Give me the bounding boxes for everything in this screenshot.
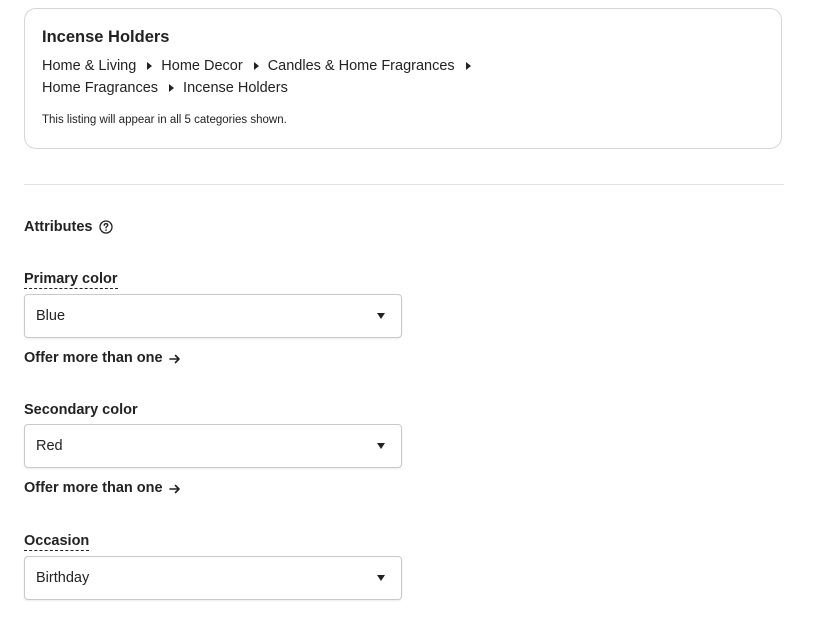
- attributes-heading-label: Attributes: [24, 219, 93, 235]
- arrow-right-icon: [168, 482, 181, 494]
- triangle-right-icon: [465, 62, 471, 70]
- attributes-heading: Attributes: [24, 218, 114, 236]
- primary-color-value: Blue: [36, 308, 66, 324]
- triangle-right-icon: [169, 84, 175, 92]
- category-breadcrumb: Home & Living Home Decor Candles & Home Fr…: [42, 55, 562, 99]
- triangle-right-icon: [147, 62, 153, 70]
- primary-color-offer-more-link[interactable]: Offer more than one: [24, 349, 181, 367]
- question-circle-icon[interactable]: [99, 220, 114, 234]
- occasion-value: Birthday: [36, 570, 90, 586]
- secondary-color-select[interactable]: Red: [24, 424, 402, 468]
- breadcrumb-item-home-decor: Home Decor: [161, 58, 243, 74]
- secondary-color-label: Secondary color: [24, 402, 138, 418]
- secondary-color-value: Red: [36, 438, 63, 454]
- primary-color-label[interactable]: Primary color: [24, 270, 118, 289]
- caret-down-icon: [377, 443, 385, 449]
- triangle-right-icon: [253, 62, 259, 70]
- section-divider: [24, 184, 784, 185]
- breadcrumb-item-home-fragrances: Home Fragrances: [42, 80, 159, 96]
- breadcrumb-item-incense-holders: Incense Holders: [183, 80, 288, 96]
- offer-more-label: Offer more than one: [24, 480, 163, 496]
- caret-down-icon: [377, 575, 385, 581]
- offer-more-label: Offer more than one: [24, 350, 163, 366]
- primary-color-select[interactable]: Blue: [24, 294, 402, 338]
- secondary-color-offer-more-link[interactable]: Offer more than one: [24, 479, 181, 497]
- category-title: Incense Holders: [42, 28, 170, 46]
- breadcrumb-item-home-living: Home & Living: [42, 58, 137, 74]
- category-card: Incense Holders Home & Living Home Decor C…: [24, 8, 782, 149]
- arrow-right-icon: [168, 352, 181, 364]
- breadcrumb-item-candles-home-fragrances: Candles & Home Fragrances: [267, 58, 455, 74]
- caret-down-icon: [377, 313, 385, 319]
- category-note: This listing will appear in all 5 catego…: [42, 114, 287, 126]
- occasion-select[interactable]: Birthday: [24, 556, 402, 600]
- occasion-label[interactable]: Occasion: [24, 532, 90, 551]
